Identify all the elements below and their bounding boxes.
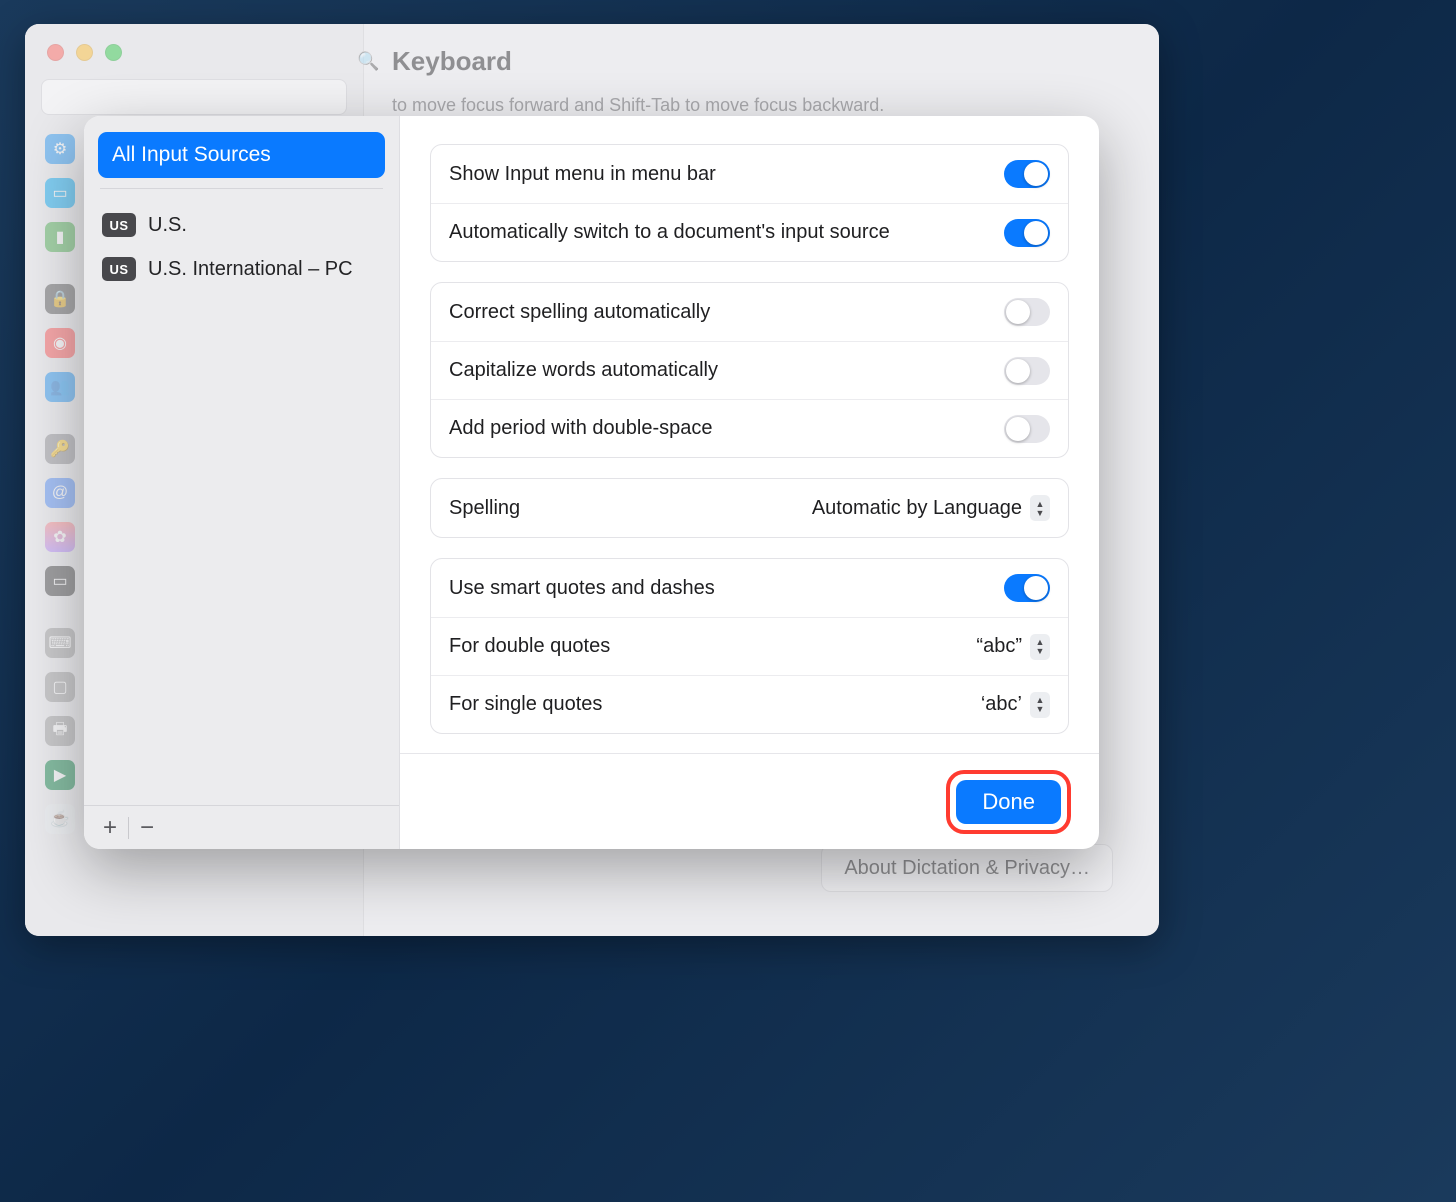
chevron-up-down-icon: ▲▼	[1030, 692, 1050, 718]
settings-group: Show Input menu in menu bar Automatically…	[430, 144, 1069, 262]
close-window-button[interactable]	[47, 44, 64, 61]
settings-group: Spelling Automatic by Language ▲▼	[430, 478, 1069, 538]
trackpad-icon: ▢	[45, 672, 75, 702]
popup-value: Automatic by Language	[812, 497, 1022, 520]
search-input[interactable]	[41, 79, 347, 115]
popup-value: “abc”	[976, 635, 1022, 658]
sheet-footer: Done	[400, 753, 1099, 849]
gamecenter-icon: ✿	[45, 522, 75, 552]
touch-id-icon: ◉	[45, 328, 75, 358]
setting-label: For single quotes	[449, 693, 602, 716]
settings-row: Automatically switch to a document's inp…	[431, 203, 1068, 261]
setting-label: Spelling	[449, 497, 520, 520]
toggle[interactable]	[1004, 415, 1050, 443]
input-source-row[interactable]: US U.S. International – PC	[98, 247, 385, 291]
page-title: Keyboard	[392, 46, 1131, 77]
setting-label: Correct spelling automatically	[449, 301, 710, 324]
settings-row: Spelling Automatic by Language ▲▼	[431, 479, 1068, 537]
popup-button[interactable]: ‘abc’ ▲▼	[981, 692, 1050, 718]
toggle[interactable]	[1004, 357, 1050, 385]
input-sources-settings: Show Input menu in menu bar Automatically…	[400, 116, 1099, 849]
add-source-button[interactable]: +	[94, 812, 126, 844]
settings-row: Use smart quotes and dashes	[431, 559, 1068, 617]
input-source-label: U.S. International – PC	[148, 258, 353, 281]
input-sources-sidebar: All Input Sources US U.S. US U.S. Internati…	[84, 116, 400, 849]
chevron-up-down-icon: ▲▼	[1030, 495, 1050, 521]
toggle[interactable]	[1004, 160, 1050, 188]
keyboard-icon: ⌨	[45, 628, 75, 658]
toggle[interactable]	[1004, 298, 1050, 326]
users-icon: 👥	[45, 372, 75, 402]
toggle[interactable]	[1004, 574, 1050, 602]
settings-row: Show Input menu in menu bar	[431, 145, 1068, 203]
keyboard-layout-icon: US	[102, 257, 136, 281]
printer-icon: 🖶	[45, 716, 75, 746]
popup-button[interactable]: “abc” ▲▼	[976, 634, 1050, 660]
settings-row: For single quotes ‘abc’ ▲▼	[431, 675, 1068, 733]
about-dictation-button[interactable]: About Dictation & Privacy…	[821, 844, 1113, 892]
display-icon: ▭	[45, 178, 75, 208]
all-input-sources-header[interactable]: All Input Sources	[98, 132, 385, 178]
settings-row: For double quotes “abc” ▲▼	[431, 617, 1068, 675]
battery-icon: ▮	[45, 222, 75, 252]
sources-footer: + −	[84, 805, 399, 849]
flip4mac-icon: ▶	[45, 760, 75, 790]
divider	[100, 188, 383, 189]
lock-icon: 🔒	[45, 284, 75, 314]
setting-label: Capitalize words automatically	[449, 359, 718, 382]
input-sources-sheet: All Input Sources US U.S. US U.S. Internati…	[84, 116, 1099, 849]
java-icon: ☕	[45, 804, 75, 834]
settings-row: Add period with double-space	[431, 399, 1068, 457]
input-source-row[interactable]: US U.S.	[98, 203, 385, 247]
keyboard-layout-icon: US	[102, 213, 136, 237]
setting-label: Add period with double-space	[449, 417, 713, 440]
gear-icon: ⚙	[45, 134, 75, 164]
key-icon: 🔑	[45, 434, 75, 464]
at-icon: @	[45, 478, 75, 508]
wallet-icon: ▭	[45, 566, 75, 596]
settings-group: Use smart quotes and dashes For double qu…	[430, 558, 1069, 734]
done-highlight: Done	[946, 770, 1071, 834]
remove-source-button[interactable]: −	[131, 812, 163, 844]
divider	[128, 817, 129, 839]
toggle[interactable]	[1004, 219, 1050, 247]
traffic-lights	[25, 24, 363, 79]
setting-label: Use smart quotes and dashes	[449, 577, 715, 600]
settings-group: Correct spelling automatically Capitalize…	[430, 282, 1069, 458]
input-source-label: U.S.	[148, 214, 187, 237]
chevron-up-down-icon: ▲▼	[1030, 634, 1050, 660]
settings-row: Correct spelling automatically	[431, 283, 1068, 341]
setting-label: Show Input menu in menu bar	[449, 163, 716, 186]
search-icon: 🔍	[357, 51, 379, 72]
setting-label: For double quotes	[449, 635, 610, 658]
setting-label: Automatically switch to a document's inp…	[449, 221, 890, 244]
minimize-window-button[interactable]	[76, 44, 93, 61]
done-button[interactable]: Done	[956, 780, 1061, 824]
zoom-window-button[interactable]	[105, 44, 122, 61]
popup-button[interactable]: Automatic by Language ▲▼	[812, 495, 1050, 521]
popup-value: ‘abc’	[981, 693, 1022, 716]
settings-row: Capitalize words automatically	[431, 341, 1068, 399]
keyboard-hint-text: to move focus forward and Shift-Tab to m…	[392, 95, 1131, 116]
